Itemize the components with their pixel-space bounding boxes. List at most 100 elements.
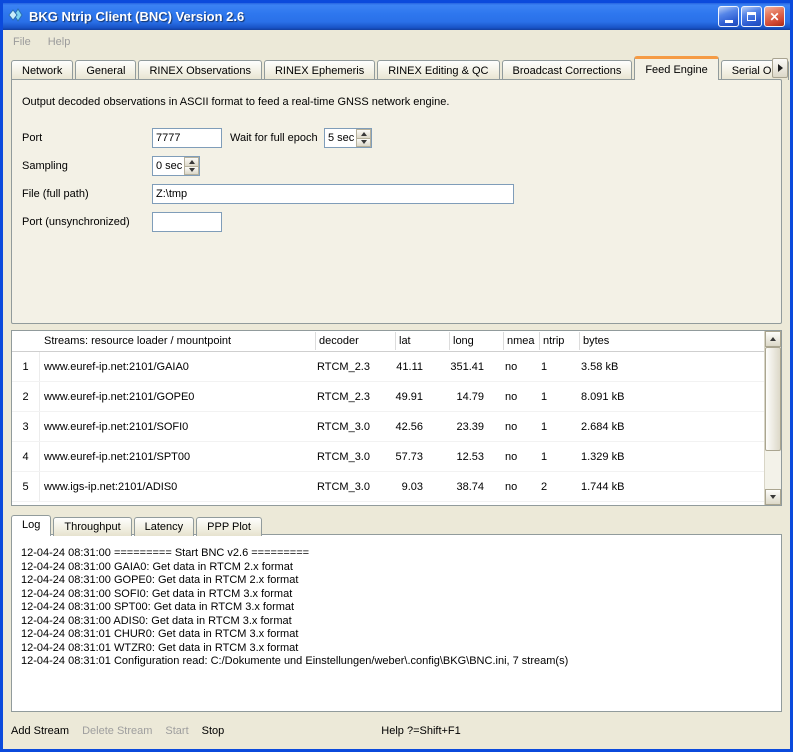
table-row[interactable]: 3 www.euref-ip.net:2101/SOFI0 RTCM_3.0 4… (12, 412, 781, 442)
cell-decoder: RTCM_2.3 (315, 361, 395, 373)
wait-epoch-label: Wait for full epoch (230, 132, 324, 144)
start-button[interactable]: Start (165, 725, 188, 737)
col-header-bytes: bytes (579, 332, 781, 350)
tab-network[interactable]: Network (11, 60, 73, 80)
tabbar: Network General RINEX Observations RINEX… (3, 54, 790, 80)
cell-decoder: RTCM_2.3 (315, 391, 395, 403)
port-unsync-input[interactable] (152, 212, 222, 232)
minimize-button[interactable] (718, 6, 739, 27)
port-input[interactable] (152, 128, 222, 148)
log-line: 12-04-24 08:31:00 ADIS0: Get data in RTC… (21, 615, 773, 629)
wait-epoch-spinner[interactable]: 5 sec (324, 128, 372, 148)
cell-bytes: 3.58 kB (579, 361, 781, 373)
file-path-input[interactable] (152, 184, 514, 204)
table-row[interactable]: 1 www.euref-ip.net:2101/GAIA0 RTCM_2.3 4… (12, 352, 781, 382)
cell-long: 38.74 (449, 481, 503, 493)
tab-general[interactable]: General (75, 60, 136, 80)
vertical-scrollbar[interactable] (764, 331, 781, 505)
log-line: 12-04-24 08:31:00 SOFI0: Get data in RTC… (21, 588, 773, 602)
cell-mountpoint: www.euref-ip.net:2101/SOFI0 (40, 421, 315, 433)
log-line: 12-04-24 08:31:01 WTZR0: Get data in RTC… (21, 642, 773, 656)
cell-lat: 57.73 (395, 451, 449, 463)
help-shortcut-text: Help ?=Shift+F1 (381, 725, 461, 737)
port-label: Port (22, 132, 152, 144)
cell-long: 351.41 (449, 361, 503, 373)
log-line: 12-04-24 08:31:01 CHUR0: Get data in RTC… (21, 628, 773, 642)
tab-latency[interactable]: Latency (134, 517, 195, 536)
file-path-label: File (full path) (22, 188, 152, 200)
cell-long: 23.39 (449, 421, 503, 433)
stop-button[interactable]: Stop (202, 725, 225, 737)
bnc-window: BKG Ntrip Client (BNC) Version 2.6 ✕ Fil… (0, 0, 793, 752)
cell-bytes: 1.744 kB (579, 481, 781, 493)
table-row[interactable]: 5 www.igs-ip.net:2101/ADIS0 RTCM_3.0 9.0… (12, 472, 781, 502)
tab-broadcast-corrections[interactable]: Broadcast Corrections (502, 60, 633, 80)
tab-ppp-plot[interactable]: PPP Plot (196, 517, 262, 536)
arrow-down-icon (361, 140, 367, 144)
spin-down-button[interactable] (356, 138, 371, 148)
feed-engine-panel: Output decoded observations in ASCII for… (11, 79, 782, 324)
minimize-icon (725, 20, 733, 23)
cell-ntrip: 1 (539, 451, 579, 463)
menu-file[interactable]: File (13, 36, 31, 48)
cell-long: 14.79 (449, 391, 503, 403)
log-line: 12-04-24 08:31:01 Configuration read: C:… (21, 655, 773, 669)
cell-bytes: 2.684 kB (579, 421, 781, 433)
scrollbar-up-button[interactable] (765, 331, 781, 347)
cell-ntrip: 2 (539, 481, 579, 493)
row-number: 4 (12, 442, 40, 471)
col-header-long: long (449, 332, 503, 350)
log-panel[interactable]: 12-04-24 08:31:00 ========= Start BNC v2… (11, 534, 782, 712)
arrow-up-icon (770, 337, 776, 341)
table-row[interactable]: 2 www.euref-ip.net:2101/GOPE0 RTCM_2.3 4… (12, 382, 781, 412)
cell-decoder: RTCM_3.0 (315, 451, 395, 463)
wait-epoch-value: 5 sec (325, 129, 356, 147)
add-stream-button[interactable]: Add Stream (11, 725, 69, 737)
scrollbar-thumb[interactable] (765, 347, 781, 451)
arrow-right-icon (778, 64, 783, 72)
cell-lat: 9.03 (395, 481, 449, 493)
tab-rinex-ephemeris[interactable]: RINEX Ephemeris (264, 60, 375, 80)
maximize-button[interactable] (741, 6, 762, 27)
log-line: 12-04-24 08:31:00 ========= Start BNC v2… (21, 547, 773, 561)
window-title: BKG Ntrip Client (BNC) Version 2.6 (29, 9, 713, 24)
sampling-spinner[interactable]: 0 sec (152, 156, 200, 176)
cell-nmea: no (503, 391, 539, 403)
cell-nmea: no (503, 481, 539, 493)
table-row[interactable]: 4 www.euref-ip.net:2101/SPT00 RTCM_3.0 5… (12, 442, 781, 472)
streams-table-header: Streams: resource loader / mountpoint de… (12, 331, 781, 352)
delete-stream-button[interactable]: Delete Stream (82, 725, 152, 737)
arrow-down-icon (770, 495, 776, 499)
tab-throughput[interactable]: Throughput (53, 517, 131, 536)
arrow-up-icon (189, 160, 195, 164)
menu-help[interactable]: Help (48, 36, 71, 48)
bottom-bar: Add Stream Delete Stream Start Stop Help… (3, 712, 790, 749)
tab-rinex-observations[interactable]: RINEX Observations (138, 60, 261, 80)
row-number: 5 (12, 472, 40, 501)
cell-ntrip: 1 (539, 361, 579, 373)
menubar: File Help (3, 30, 790, 54)
col-header-mountpoint: Streams: resource loader / mountpoint (40, 332, 315, 350)
close-button[interactable]: ✕ (764, 6, 785, 27)
spin-down-button[interactable] (184, 166, 199, 176)
tab-scroll-right-button[interactable] (772, 58, 788, 78)
sampling-value: 0 sec (153, 157, 184, 175)
tab-feed-engine[interactable]: Feed Engine (634, 56, 718, 80)
maximize-icon (747, 12, 756, 21)
arrow-up-icon (361, 132, 367, 136)
tab-rinex-editing-qc[interactable]: RINEX Editing & QC (377, 60, 499, 80)
cell-mountpoint: www.euref-ip.net:2101/GOPE0 (40, 391, 315, 403)
tab-log[interactable]: Log (11, 515, 51, 536)
cell-nmea: no (503, 421, 539, 433)
col-header-number (12, 338, 40, 344)
sampling-label: Sampling (22, 160, 152, 172)
scrollbar-down-button[interactable] (765, 489, 781, 505)
row-number: 2 (12, 382, 40, 411)
bottom-tabbar: Log Throughput Latency PPP Plot (3, 506, 790, 535)
cell-nmea: no (503, 361, 539, 373)
log-line: 12-04-24 08:31:00 GAIA0: Get data in RTC… (21, 561, 773, 575)
port-unsync-label: Port (unsynchronized) (22, 216, 152, 228)
cell-nmea: no (503, 451, 539, 463)
cell-decoder: RTCM_3.0 (315, 481, 395, 493)
arrow-down-icon (189, 168, 195, 172)
